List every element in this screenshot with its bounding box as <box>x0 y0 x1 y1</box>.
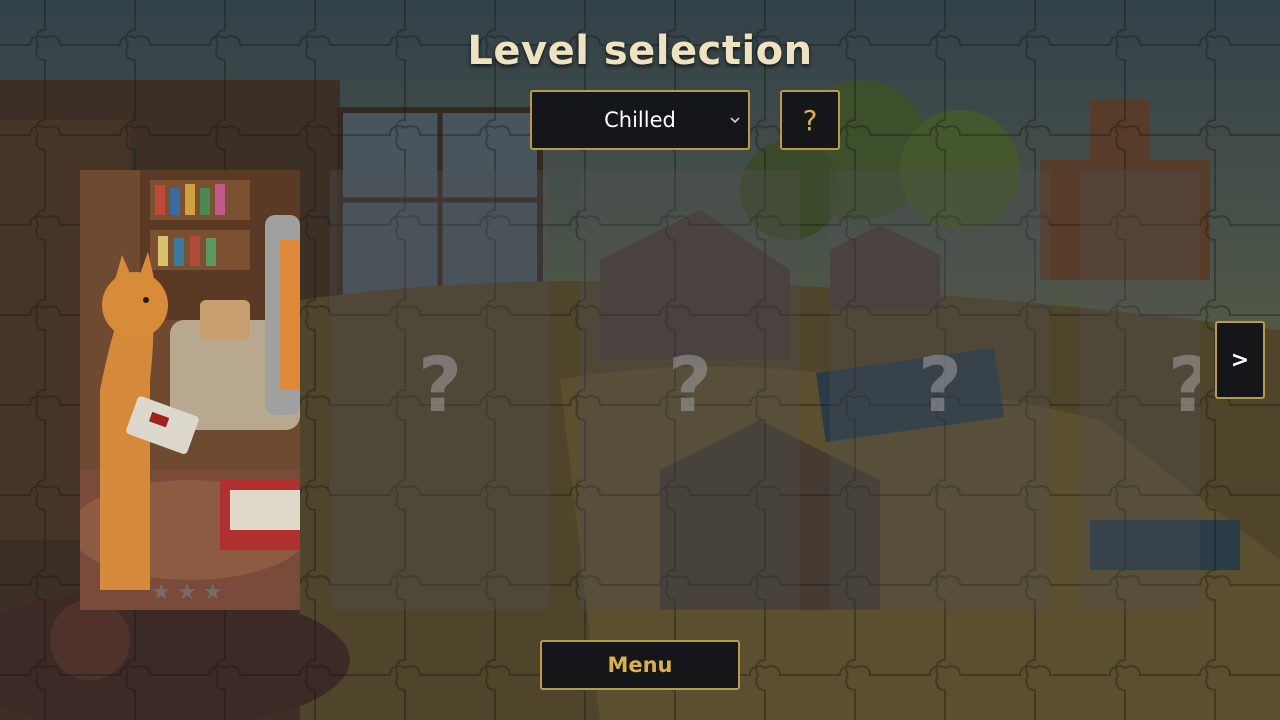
locked-level-placeholder: ? <box>417 340 463 429</box>
level-card-3[interactable]: ? <box>580 170 800 610</box>
menu-button[interactable]: Menu <box>540 640 740 690</box>
level-card-4[interactable]: ? <box>830 170 1050 610</box>
locked-level-placeholder: ? <box>1080 340 1200 429</box>
page-title: Level selection <box>467 28 813 74</box>
level-star-rating: ★★★ <box>151 580 229 605</box>
difficulty-select[interactable]: Chilled <box>530 90 750 150</box>
locked-level-placeholder: ? <box>917 340 963 429</box>
locked-level-placeholder: ? <box>667 340 713 429</box>
difficulty-selected-value: Chilled <box>604 108 676 132</box>
level-thumbnail-cat-console <box>80 170 300 610</box>
level-card-2[interactable]: ? <box>330 170 550 610</box>
help-button[interactable]: ? <box>780 90 840 150</box>
level-selection-screen: Level selection Chilled ? ★★★ ? ? ? > Me… <box>0 0 1280 720</box>
chevron-down-icon <box>730 117 740 124</box>
next-page-button[interactable]: > <box>1215 321 1265 399</box>
level-card-1[interactable]: ★★★ <box>80 170 300 610</box>
level-carousel: ★★★ ? ? ? ? <box>80 170 1200 610</box>
level-card-5[interactable]: ? <box>1080 170 1200 610</box>
